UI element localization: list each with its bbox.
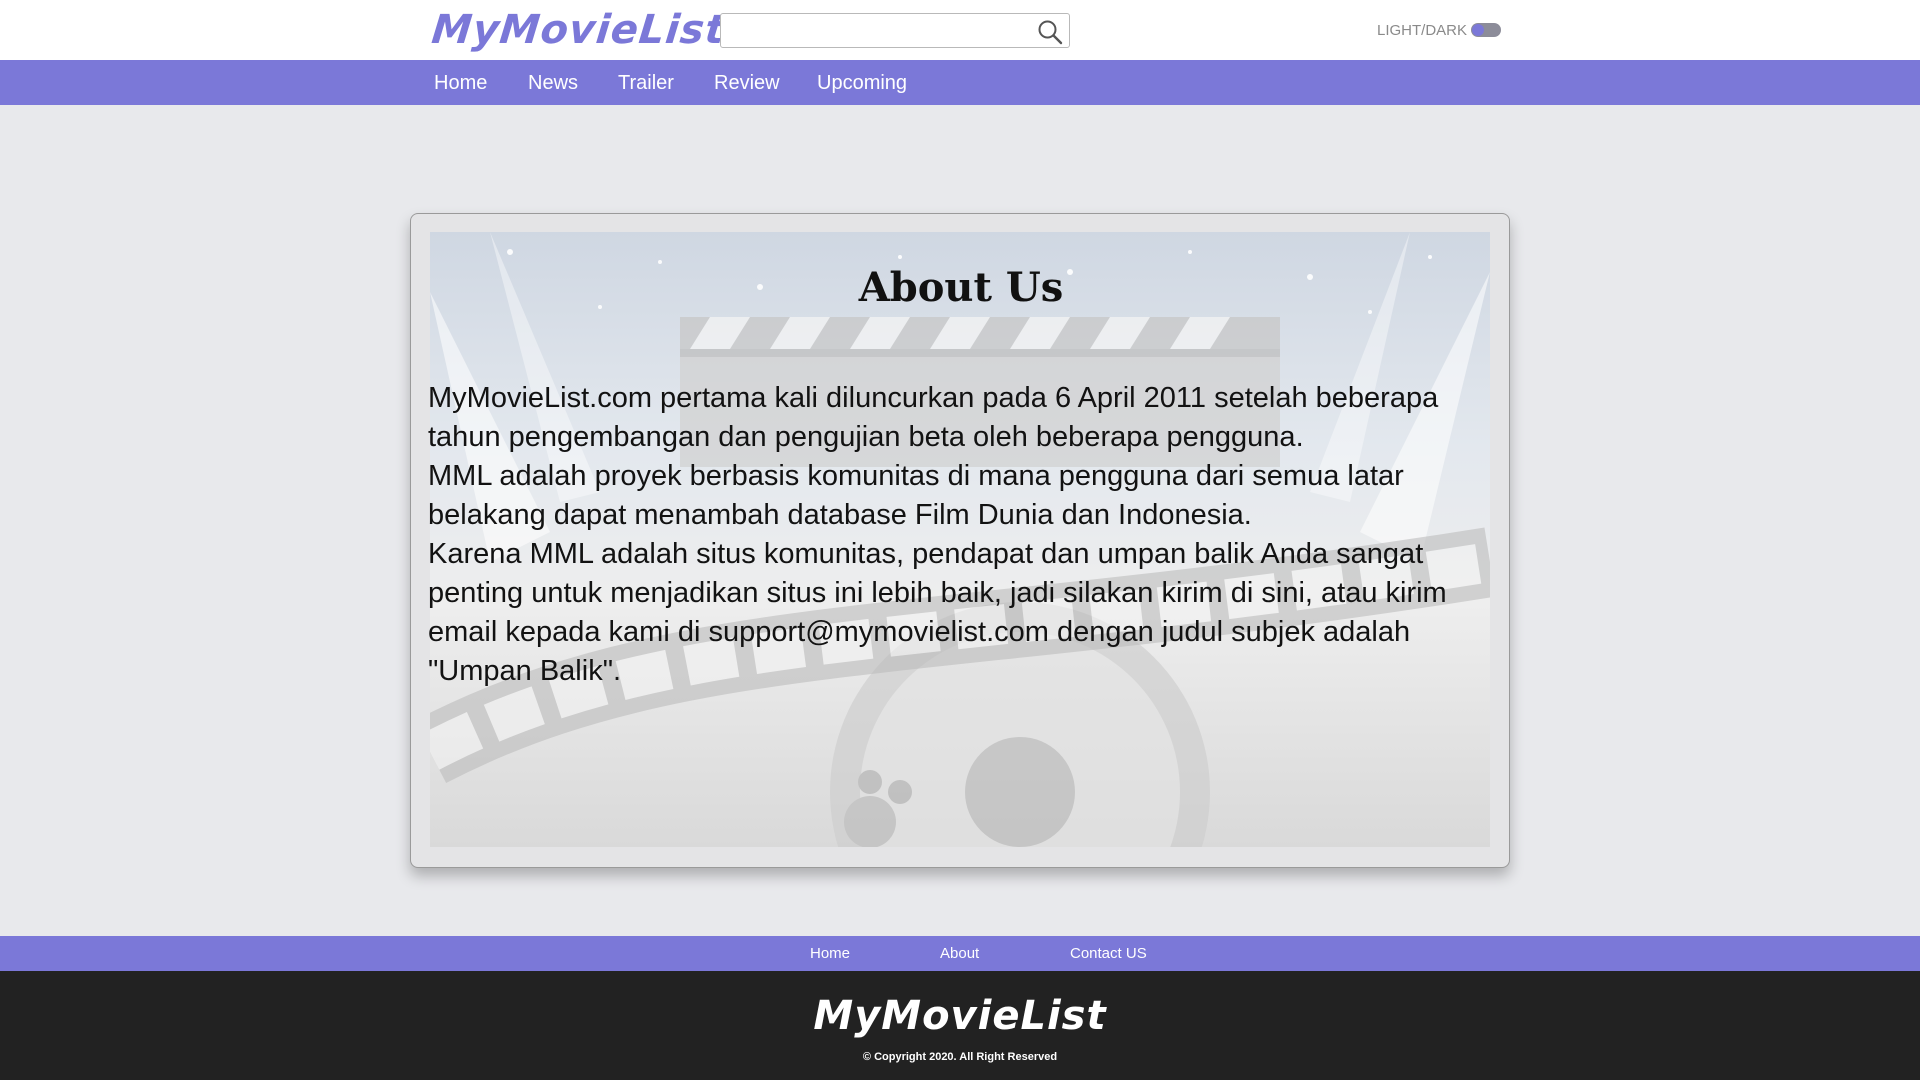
search-icon[interactable] bbox=[1037, 19, 1063, 45]
footer-link-home[interactable]: Home bbox=[810, 945, 850, 962]
site-logo[interactable]: MyMovieList bbox=[429, 6, 728, 54]
footer-nav: Home About Contact US bbox=[0, 936, 1920, 971]
about-paragraph: MyMovieList.com pertama kali diluncurkan… bbox=[428, 382, 1439, 453]
about-card: About Us MyMovieList.com pertama kali di… bbox=[410, 213, 1510, 868]
toggle-knob bbox=[1472, 24, 1484, 36]
about-paragraph: Karena MML adalah situs komunitas, penda… bbox=[428, 538, 1447, 687]
nav-item-review[interactable]: Review bbox=[714, 72, 780, 95]
search-box[interactable] bbox=[720, 13, 1070, 48]
main-nav: Home News Trailer Review Upcoming bbox=[0, 60, 1920, 105]
nav-item-trailer[interactable]: Trailer bbox=[618, 72, 674, 95]
nav-item-news[interactable]: News bbox=[528, 72, 578, 95]
footer: MyMovieList © Copyright 2020. All Right … bbox=[0, 971, 1920, 1080]
search-input[interactable] bbox=[727, 18, 1027, 43]
about-paragraph: MML adalah proyek berbasis komunitas di … bbox=[428, 460, 1404, 531]
footer-logo: MyMovieList bbox=[813, 993, 1107, 1039]
nav-item-upcoming[interactable]: Upcoming bbox=[817, 72, 907, 95]
footer-link-contact[interactable]: Contact US bbox=[1070, 945, 1147, 962]
footer-link-about[interactable]: About bbox=[940, 945, 979, 962]
copyright-text: © Copyright 2020. All Right Reserved bbox=[862, 1051, 1058, 1063]
nav-item-home[interactable]: Home bbox=[434, 72, 487, 95]
theme-toggle-switch[interactable] bbox=[1471, 23, 1501, 37]
top-header: MyMovieList LIGHT/DARK bbox=[0, 0, 1920, 60]
about-text: MyMovieList.com pertama kali diluncurkan… bbox=[428, 379, 1503, 691]
theme-toggle-label: LIGHT/DARK bbox=[1377, 22, 1468, 39]
about-title: About Us bbox=[858, 264, 1064, 311]
